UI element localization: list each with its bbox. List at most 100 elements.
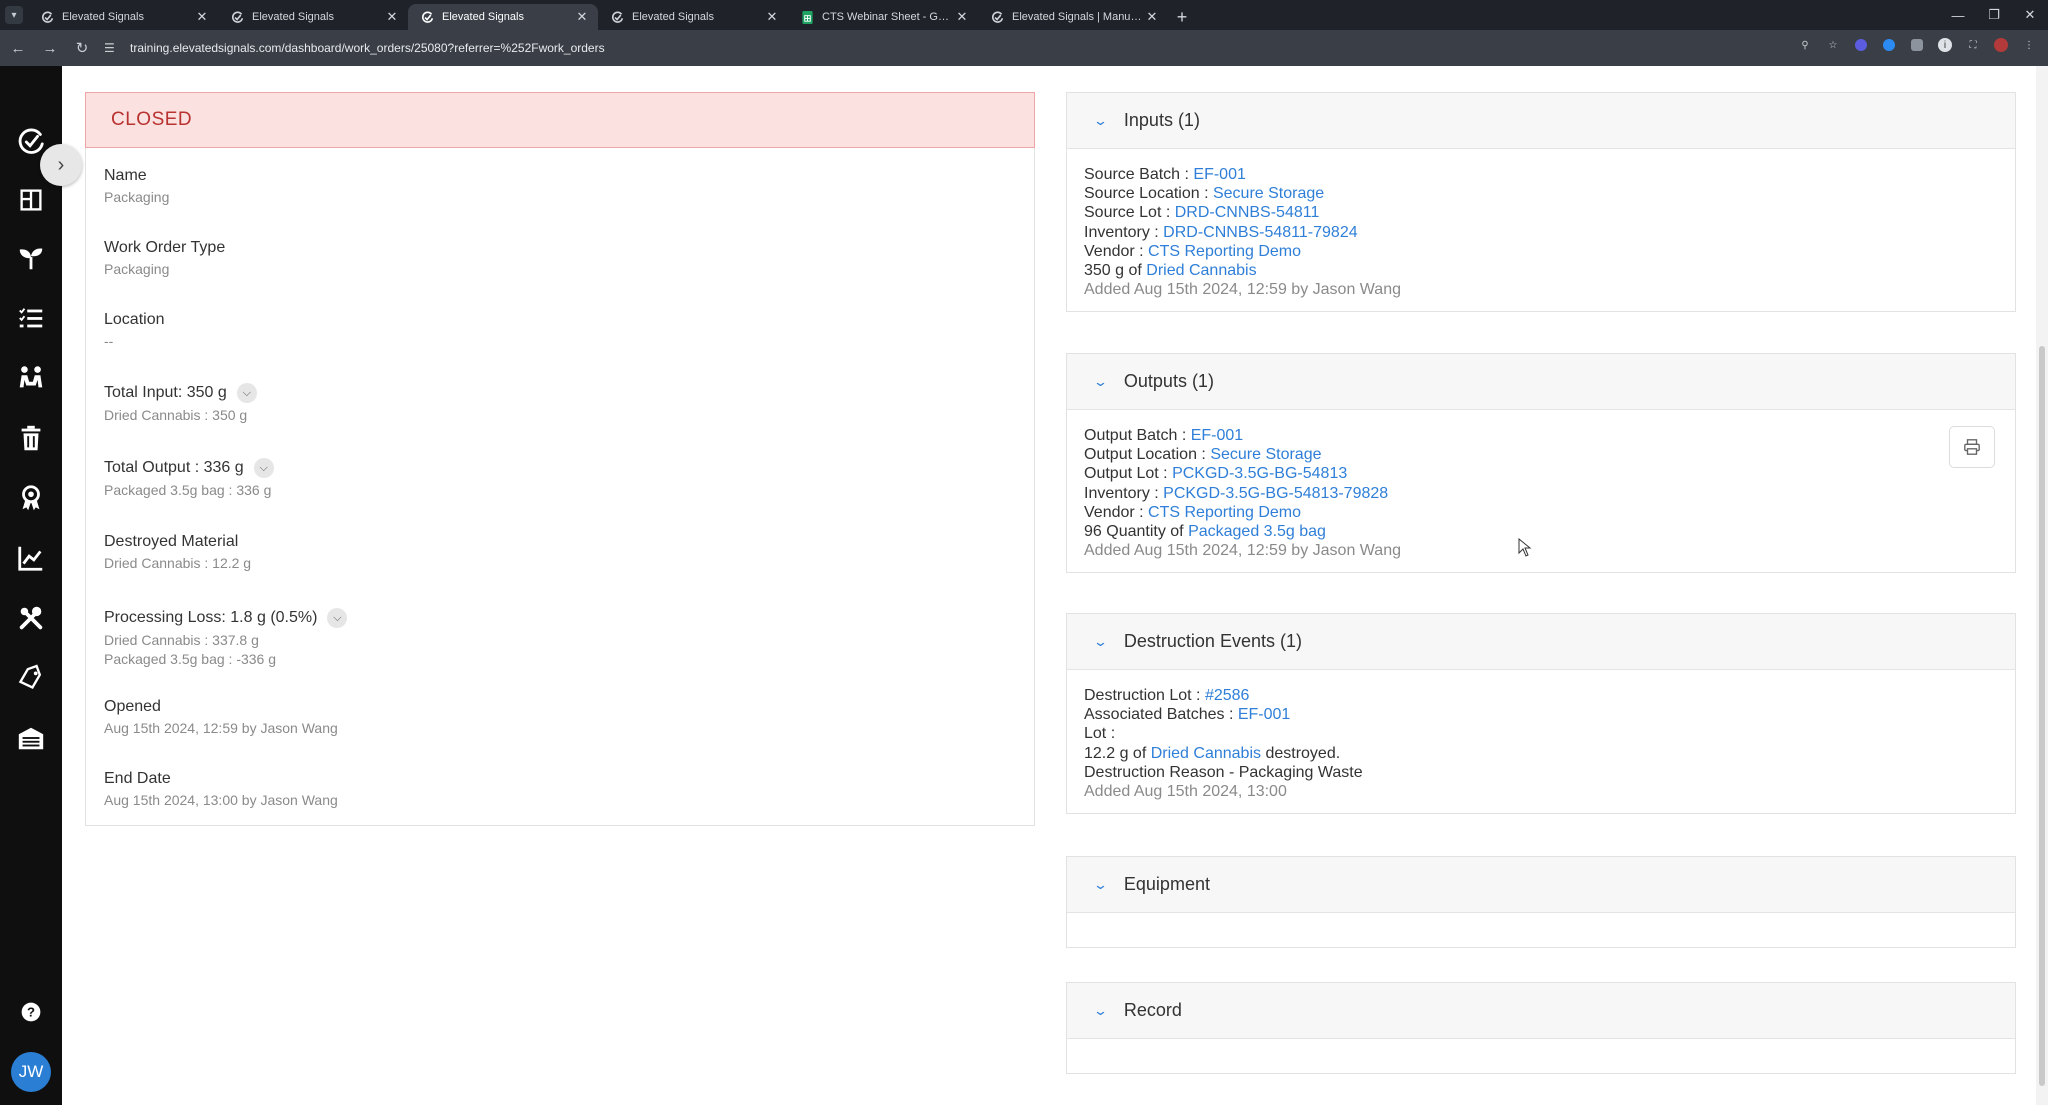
new-tab-button[interactable]: + <box>1168 4 1196 30</box>
extension-info-icon[interactable]: i <box>1938 38 1952 52</box>
associated-batch-link[interactable]: EF-001 <box>1238 706 1290 723</box>
field-label: Opened <box>104 698 161 715</box>
expand-total-input-button[interactable]: ⌵ <box>236 383 257 403</box>
restore-icon[interactable]: ❐ <box>1976 0 2012 30</box>
source-location-link[interactable]: Secure Storage <box>1213 185 1324 202</box>
award-icon[interactable] <box>0 478 62 518</box>
record-card-body <box>1067 1039 2015 1073</box>
inputs-card-header[interactable]: ⌄ Inputs (1) <box>1067 93 2015 149</box>
sidebar-expand-button[interactable]: › <box>40 144 82 186</box>
output-batch-link[interactable]: EF-001 <box>1191 427 1243 444</box>
tag-icon[interactable] <box>0 658 62 698</box>
site-info-icon[interactable]: ☰ <box>104 41 124 55</box>
expand-processing-loss-button[interactable]: ⌵ <box>327 608 348 628</box>
minimize-icon[interactable]: — <box>1940 0 1976 30</box>
extension-purple-icon[interactable] <box>1855 39 1867 51</box>
print-label-button[interactable] <box>1949 426 1995 468</box>
browser-menu-icon[interactable]: ⋮ <box>2020 36 2038 54</box>
destruction-events-card-header[interactable]: ⌄ Destruction Events (1) <box>1067 614 2015 670</box>
url-bar[interactable]: ☰ training.elevatedsignals.com/dashboard… <box>104 34 1784 62</box>
page-scrollbar[interactable] <box>2036 66 2048 1105</box>
profile-icon[interactable] <box>1994 38 2008 52</box>
field-value: Packaging <box>104 189 170 205</box>
output-lot-link[interactable]: PCKGD-3.5G-BG-54813 <box>1172 465 1347 482</box>
list-icon[interactable] <box>0 298 62 338</box>
vendor-link[interactable]: CTS Reporting Demo <box>1148 504 1301 521</box>
extensions-puzzle-icon[interactable]: ⛶ <box>1964 36 1982 54</box>
close-icon[interactable]: ✕ <box>574 9 590 25</box>
field-total-output: Total Output : 336 g ⌵ Packaged 3.5g bag… <box>104 458 274 500</box>
item-link[interactable]: Dried Cannabis <box>1146 262 1256 279</box>
dashboard-icon[interactable] <box>0 180 62 220</box>
destruction-reason: Destruction Reason - Packaging Waste <box>1084 763 1363 781</box>
equipment-card-header[interactable]: ⌄ Equipment <box>1067 857 2015 913</box>
url-text: training.elevatedsignals.com/dashboard/w… <box>130 41 605 55</box>
field-destroyed-material: Destroyed Material Dried Cannabis : 12.2… <box>104 533 251 573</box>
close-icon[interactable]: ✕ <box>384 9 400 25</box>
scrollbar-thumb[interactable] <box>2039 346 2045 1086</box>
people-icon[interactable] <box>0 358 62 398</box>
help-icon[interactable]: ? <box>0 992 62 1032</box>
user-avatar[interactable]: JW <box>11 1052 51 1092</box>
field-label: Processing Loss: 1.8 g (0.5%) ⌵ <box>104 608 348 628</box>
field-label: Total Input: 350 g ⌵ <box>104 383 257 403</box>
added-info: Added Aug 15th 2024, 12:59 by Jason Wang <box>1084 542 1401 560</box>
field-value: Dried Cannabis : 337.8 g <box>104 632 259 648</box>
destruction-lot-link[interactable]: #2586 <box>1205 687 1250 704</box>
field-value: Dried Cannabis : 12.2 g <box>104 555 252 571</box>
forward-arrow-icon[interactable]: → <box>36 34 64 62</box>
source-batch-link[interactable]: EF-001 <box>1193 166 1245 183</box>
browser-tab[interactable]: Elevated Signals ✕ <box>598 4 788 30</box>
tab-title: Elevated Signals <box>252 11 334 23</box>
outputs-card-header[interactable]: ⌄ Outputs (1) <box>1067 354 2015 410</box>
reload-icon[interactable]: ↻ <box>68 34 96 62</box>
field-value: Packaged 3.5g bag : 336 g <box>104 482 272 498</box>
chart-icon[interactable] <box>0 538 62 578</box>
close-icon[interactable]: ✕ <box>954 9 970 25</box>
browser-tab[interactable]: CTS Webinar Sheet - Google Sh ✕ <box>788 4 978 30</box>
item-link[interactable]: Packaged 3.5g bag <box>1188 523 1326 540</box>
browser-tab-active[interactable]: Elevated Signals ✕ <box>408 4 598 30</box>
chevron-down-icon: ⌄ <box>1092 373 1109 389</box>
extension-shield-icon[interactable] <box>1911 39 1923 51</box>
close-icon[interactable]: ✕ <box>1144 9 1160 25</box>
expand-total-output-button[interactable]: ⌵ <box>253 458 274 478</box>
output-location-link[interactable]: Secure Storage <box>1210 446 1321 463</box>
browser-tab[interactable]: Elevated Signals ✕ <box>28 4 218 30</box>
close-icon[interactable]: ✕ <box>194 9 210 25</box>
destruction-events-card-body: Destruction Lot : #2586 Associated Batch… <box>1067 670 2015 813</box>
trash-icon[interactable] <box>0 418 62 458</box>
browser-tab[interactable]: Elevated Signals | Manufacturin ✕ <box>978 4 1168 30</box>
tools-icon[interactable] <box>0 598 62 638</box>
item-link[interactable]: Dried Cannabis <box>1151 745 1261 762</box>
tab-title: CTS Webinar Sheet - Google Sh <box>822 11 954 23</box>
extension-blue-icon[interactable] <box>1883 39 1895 51</box>
zoom-icon[interactable]: ⚲ <box>1796 36 1814 54</box>
row-label: Source Location : <box>1084 185 1213 203</box>
field-value: Packaged 3.5g bag : -336 g <box>104 651 277 667</box>
equipment-card-body <box>1067 913 2015 947</box>
tab-search-button[interactable]: ▾ <box>0 0 28 30</box>
window-controls: — ❐ ✕ <box>1940 0 2048 30</box>
close-icon[interactable]: ✕ <box>764 9 780 25</box>
close-window-icon[interactable]: ✕ <box>2012 0 2048 30</box>
bookmark-star-icon[interactable]: ☆ <box>1824 36 1842 54</box>
card-title: Record <box>1123 1000 1182 1020</box>
warehouse-icon[interactable] <box>0 718 62 758</box>
destroyed-quantity-row: 12.2 g of Dried Cannabis destroyed. <box>1084 744 1999 763</box>
field-value: Aug 15th 2024, 12:59 by Jason Wang <box>104 720 338 736</box>
record-card-header[interactable]: ⌄ Record <box>1067 983 2015 1039</box>
quantity-row: 96 Quantity of Packaged 3.5g bag <box>1084 522 1999 541</box>
inputs-card-body: Source Batch : EF-001 Source Location : … <box>1067 149 2015 311</box>
browser-toolbar: ← → ↻ ☰ training.elevatedsignals.com/das… <box>0 30 2048 66</box>
extension-icons: ⚲ ☆ i ⛶ ⋮ <box>1796 36 2038 54</box>
browser-tab[interactable]: Elevated Signals ✕ <box>218 4 408 30</box>
back-arrow-icon[interactable]: ← <box>4 34 32 62</box>
record-card: ⌄ Record <box>1066 982 2016 1074</box>
row-label: Associated Batches : <box>1084 706 1238 724</box>
inventory-link[interactable]: PCKGD-3.5G-BG-54813-79828 <box>1163 485 1388 502</box>
inventory-link[interactable]: DRD-CNNBS-54811-79824 <box>1163 224 1357 241</box>
plant-icon[interactable] <box>0 238 62 278</box>
vendor-link[interactable]: CTS Reporting Demo <box>1148 243 1301 260</box>
source-lot-link[interactable]: DRD-CNNBS-54811 <box>1175 204 1320 221</box>
